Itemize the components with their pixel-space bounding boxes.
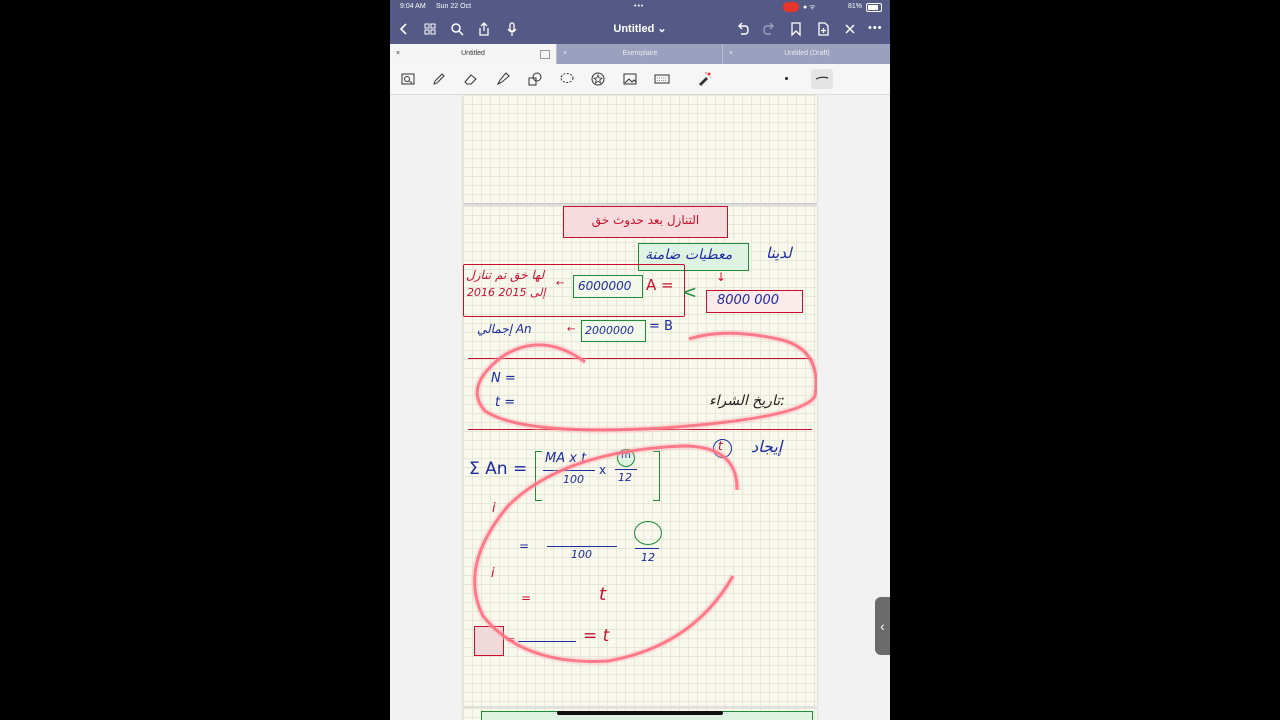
tab-label: Untitled (Draft) [784,50,830,57]
chevron-left-icon: ‹ [880,618,885,634]
tab-bar: × Untitled × Exemplaire × Untitled (Draf… [390,44,890,64]
redo-icon[interactable] [760,20,778,38]
search-icon[interactable] [448,20,466,38]
image-icon[interactable] [622,71,638,87]
laser-stroke-overlay [471,329,817,665]
pen-icon[interactable] [431,71,447,87]
undo-icon[interactable] [734,20,752,38]
chevron-down-icon: ⌄ [657,23,667,35]
tab-untitled[interactable]: × Untitled [390,44,556,64]
document-title[interactable]: Untitled ⌄ [600,22,680,35]
status-battery: 81% [848,3,863,10]
stroke-style-icon [815,76,829,80]
multitask-dots[interactable]: ••• [634,3,644,10]
tab-label: Exemplaire [622,50,658,57]
tab-untitled-draft[interactable]: × Untitled (Draft) [722,44,890,64]
status-date: Sun 22 Oct [436,3,472,10]
tab-exemplaire[interactable]: × Exemplaire [556,44,723,64]
microphone-icon[interactable] [503,20,521,38]
grid-icon[interactable] [421,20,439,38]
note-canvas[interactable]: التنازل بعد حدوث خق لدينا معطيات ضامنة ↓… [390,95,890,720]
eraser-icon[interactable] [463,71,479,87]
home-indicator[interactable] [557,711,723,715]
close-icon[interactable] [841,20,859,38]
status-bar: 9:04 AM Sun 22 Oct ••• ● ᯤ 81% [390,0,890,14]
highlighter-icon[interactable] [495,71,511,87]
previous-page[interactable] [463,95,817,203]
read-only-icon[interactable] [400,71,416,87]
sticker-icon[interactable] [590,71,606,87]
lasso-icon[interactable] [559,71,575,87]
recording-indicator [783,2,799,12]
wifi-icon: ● ᯤ [803,4,816,11]
app-screen: 9:04 AM Sun 22 Oct ••• ● ᯤ 81% Untitled … [390,0,890,720]
more-icon[interactable]: ••• [868,22,886,40]
keyboard-icon[interactable] [654,71,670,87]
nav-bar: Untitled ⌄ ••• [390,14,890,44]
shapes-icon[interactable] [527,71,543,87]
battery-icon [866,3,882,12]
stroke-style-selector[interactable] [811,69,833,89]
stroke-size-dot[interactable] [785,77,788,80]
tab-window-icon[interactable] [540,50,550,59]
tab-label: Untitled [461,50,485,57]
side-panel-handle[interactable]: ‹ [875,597,890,655]
add-page-icon[interactable] [814,20,832,38]
back-icon[interactable] [395,20,413,38]
bookmark-icon[interactable] [787,20,805,38]
laser-pointer-icon[interactable] [696,71,712,87]
status-time: 9:04 AM [400,3,426,10]
tool-bar [390,64,890,95]
current-page[interactable]: التنازل بعد حدوث خق لدينا معطيات ضامنة ↓… [463,206,817,706]
share-icon[interactable] [475,20,493,38]
